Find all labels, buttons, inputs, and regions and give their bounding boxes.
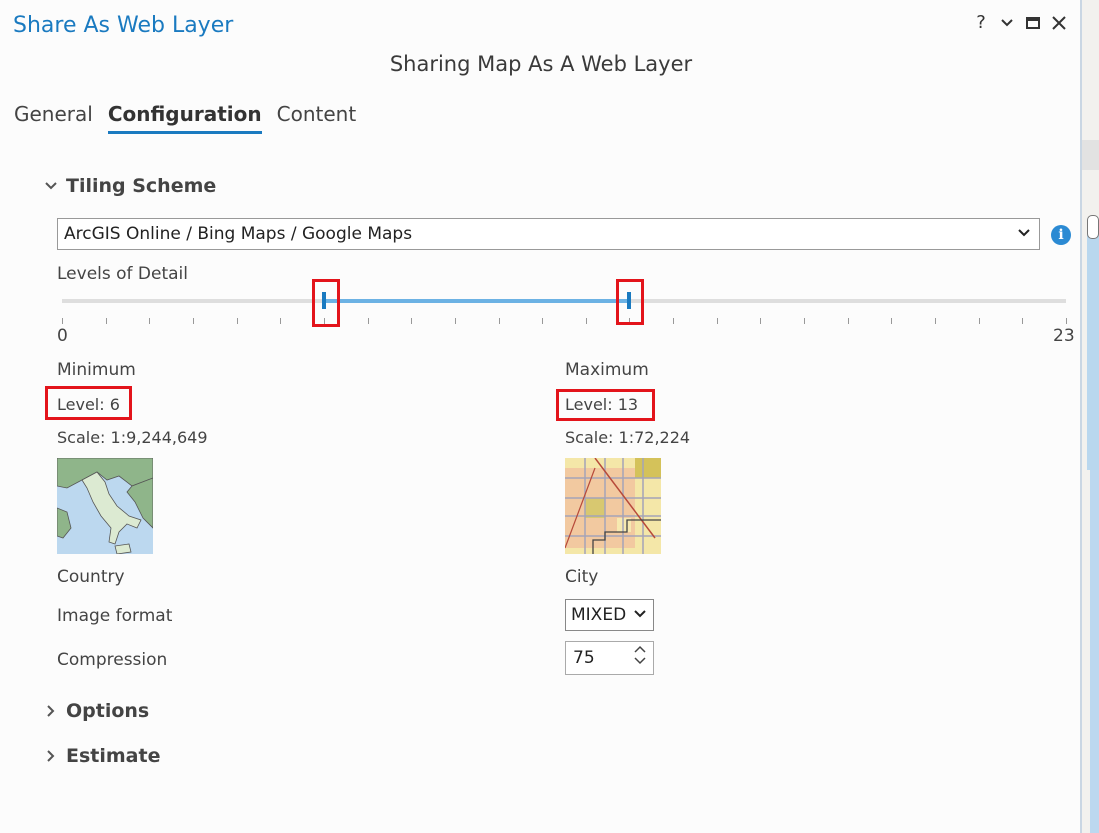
- tiling-scheme-label: Tiling Scheme: [66, 175, 217, 197]
- close-button[interactable]: [1048, 15, 1070, 30]
- slider-tick: [717, 318, 718, 324]
- image-format-label: Image format: [57, 606, 173, 626]
- slider-tick: [280, 318, 281, 324]
- tiling-scheme-header[interactable]: Tiling Scheme: [44, 175, 216, 197]
- slider-tick: [760, 318, 761, 324]
- minimum-scale: Scale: 1:9,244,649: [57, 428, 208, 447]
- tab-configuration[interactable]: Configuration: [107, 102, 262, 134]
- maximum-caption: City: [565, 567, 599, 587]
- maximum-heading: Maximum: [565, 360, 649, 380]
- slider-tick: [586, 318, 587, 324]
- estimate-label: Estimate: [66, 745, 161, 767]
- country-preview-image: [57, 458, 153, 554]
- chevron-down-icon[interactable]: [633, 656, 647, 666]
- maximum-scale: Scale: 1:72,224: [565, 428, 691, 447]
- slider-max-label: 23: [1053, 326, 1075, 346]
- tiling-scheme-select[interactable]: ArcGIS Online / Bing Maps / Google Maps: [57, 218, 1040, 250]
- tiling-scheme-value: ArcGIS Online / Bing Maps / Google Maps: [64, 224, 413, 244]
- slider-tick: [411, 318, 412, 324]
- min-thumb-highlight: [312, 279, 340, 327]
- slider-tick: [804, 318, 805, 324]
- slider-tick: [935, 318, 936, 324]
- tab-content[interactable]: Content: [277, 102, 357, 134]
- share-web-layer-pane: Share As Web Layer ? Sharing Map As A We…: [0, 0, 1082, 833]
- help-button[interactable]: ?: [970, 12, 992, 33]
- slider-tick: [193, 318, 194, 324]
- chevron-up-icon[interactable]: [633, 644, 647, 654]
- minimum-heading: Minimum: [57, 360, 136, 380]
- slider-tick: [499, 318, 500, 324]
- slider-tick: [149, 318, 150, 324]
- image-format-select[interactable]: MIXED: [565, 599, 654, 631]
- dropdown-options-button[interactable]: [996, 18, 1018, 27]
- levels-of-detail-label: Levels of Detail: [57, 264, 189, 284]
- pane-subtitle: Sharing Map As A Web Layer: [389, 52, 693, 76]
- window-controls: ?: [970, 12, 1070, 33]
- image-format-value: MIXED: [571, 605, 627, 625]
- slider-tick: [848, 318, 849, 324]
- compression-value: 75: [573, 648, 595, 668]
- compression-label: Compression: [57, 650, 168, 670]
- slider-tick: [891, 318, 892, 324]
- slider-tick: [455, 318, 456, 324]
- slider-tick: [106, 318, 107, 324]
- close-icon: [1052, 15, 1066, 30]
- chevron-right-icon: [44, 749, 58, 763]
- max-thumb-highlight: [616, 279, 644, 325]
- compression-stepper[interactable]: 75: [565, 641, 654, 675]
- tab-bar: General Configuration Content: [14, 102, 356, 134]
- chevron-down-icon: [44, 179, 58, 193]
- city-preview-image: [565, 458, 661, 554]
- slider-min-label: 0: [57, 326, 68, 346]
- slider-tick: [368, 318, 369, 324]
- slider-tick: [62, 318, 63, 324]
- options-header[interactable]: Options: [44, 700, 149, 722]
- minimum-caption: Country: [57, 567, 125, 587]
- estimate-header[interactable]: Estimate: [44, 745, 160, 767]
- maximize-icon: [1026, 16, 1040, 29]
- slider-tick: [237, 318, 238, 324]
- chevron-down-icon: [1001, 18, 1013, 26]
- chevron-down-icon: [1018, 229, 1030, 237]
- slider-tick: [542, 318, 543, 324]
- chevron-down-icon: [634, 610, 646, 618]
- slider-tick: [673, 318, 674, 324]
- minimum-level: Level: 6: [57, 395, 120, 414]
- info-icon[interactable]: i: [1051, 225, 1071, 245]
- background-map-edge: [1082, 0, 1099, 833]
- pane-title: Share As Web Layer: [13, 13, 234, 38]
- slider-tick: [979, 318, 980, 324]
- options-label: Options: [66, 700, 150, 722]
- tab-general[interactable]: General: [14, 102, 93, 134]
- slider-selected-range: [323, 299, 630, 303]
- slider-tick: [1022, 318, 1023, 324]
- maximum-level: Level: 13: [565, 395, 639, 414]
- chevron-right-icon: [44, 704, 58, 718]
- slider-tick: [1066, 318, 1067, 324]
- maximize-button[interactable]: [1022, 16, 1044, 29]
